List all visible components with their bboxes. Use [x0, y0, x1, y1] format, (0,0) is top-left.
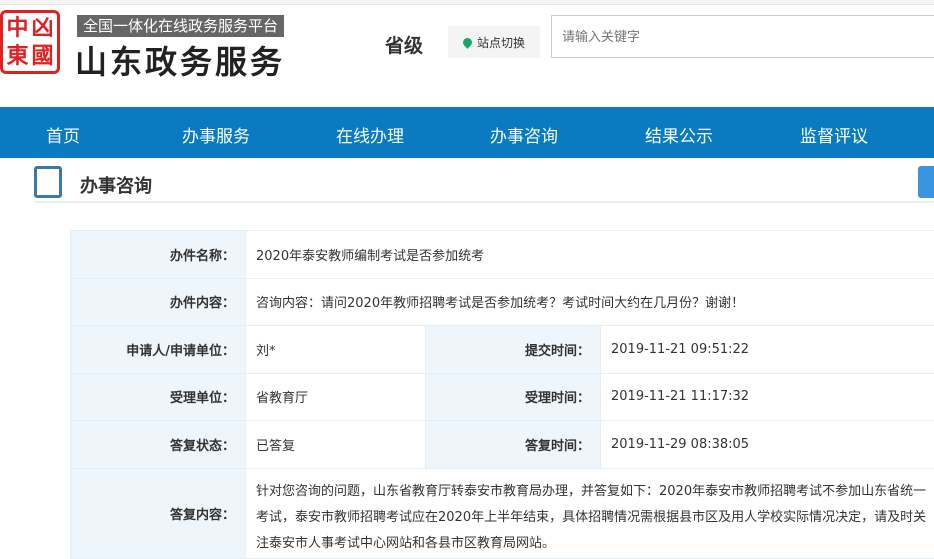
nav-results[interactable]: 结果公示 — [645, 122, 713, 147]
value: 2020年泰安教师编制考试是否参加统考 — [246, 231, 934, 279]
label: 答复内容： — [71, 468, 246, 558]
nav-home[interactable]: 首页 — [46, 122, 80, 147]
label: 办件名称： — [71, 231, 246, 279]
value: 2019-11-21 09:51:22 — [601, 326, 934, 374]
seal-char: 凶 — [30, 15, 55, 43]
seal-char: 東 — [5, 43, 30, 71]
nav-online[interactable]: 在线办理 — [336, 122, 404, 147]
label: 受理时间： — [426, 373, 601, 421]
main-nav: 首页 办事服务 在线办理 办事咨询 结果公示 监督评议 — [0, 107, 934, 158]
label: 答复时间： — [426, 421, 601, 469]
site-title[interactable]: 山东政务服务 — [75, 37, 285, 83]
nav-supervision[interactable]: 监督评议 — [800, 122, 868, 147]
nav-consult[interactable]: 办事咨询 — [490, 122, 558, 147]
level-label: 省级 — [385, 31, 423, 58]
site-switch-button[interactable]: 站点切换 — [448, 26, 540, 58]
value: 已答复 — [246, 421, 426, 469]
value: 咨询内容：请问2020年教师招聘考试是否参加统考？考试时间大约在几月份？谢谢！ — [246, 278, 934, 326]
divider — [35, 201, 934, 203]
label: 受理单位： — [71, 373, 246, 421]
value: 刘* — [246, 326, 426, 374]
table-row: 受理单位：省教育厅受理时间：2019-11-21 11:17:32 — [71, 373, 934, 421]
table-row: 办件名称：2020年泰安教师编制考试是否参加统考 — [71, 231, 934, 279]
detail-table: 办件名称：2020年泰安教师编制考试是否参加统考 办件内容：咨询内容：请问202… — [70, 230, 934, 559]
section-title: 办事咨询 — [80, 172, 152, 198]
value: 省教育厅 — [246, 373, 426, 421]
label: 申请人/申请单位： — [71, 326, 246, 374]
browser-top-bar — [0, 0, 934, 5]
table-row: 办件内容：咨询内容：请问2020年教师招聘考试是否参加统考？考试时间大约在几月份… — [71, 278, 934, 326]
label: 提交时间： — [426, 326, 601, 374]
site-switch-label: 站点切换 — [477, 34, 525, 51]
reply-content: 针对您咨询的问题，山东省教育厅转泰安市教育局办理，并答复如下：2020年泰安市教… — [246, 468, 934, 558]
seal-char: 中 — [5, 15, 30, 43]
table-row: 答复状态：已答复答复时间：2019-11-29 08:38:05 — [71, 421, 934, 469]
location-pin-icon — [461, 36, 474, 49]
side-button[interactable] — [918, 166, 934, 198]
logo-seal: 中凶東國 — [0, 10, 60, 74]
label: 答复状态： — [71, 421, 246, 469]
nav-services[interactable]: 办事服务 — [182, 122, 250, 147]
section-header: 办事咨询 — [0, 160, 934, 204]
search-input[interactable] — [551, 15, 934, 58]
value: 2019-11-29 08:38:05 — [601, 421, 934, 469]
platform-subtitle: 全国一体化在线政务服务平台 — [77, 15, 284, 37]
value: 2019-11-21 11:17:32 — [601, 373, 934, 421]
label: 办件内容： — [71, 278, 246, 326]
table-row: 答复内容：针对您咨询的问题，山东省教育厅转泰安市教育局办理，并答复如下：2020… — [71, 468, 934, 558]
seal-char: 國 — [30, 43, 55, 71]
table-row: 申请人/申请单位：刘*提交时间：2019-11-21 09:51:22 — [71, 326, 934, 374]
edit-icon — [34, 166, 62, 198]
